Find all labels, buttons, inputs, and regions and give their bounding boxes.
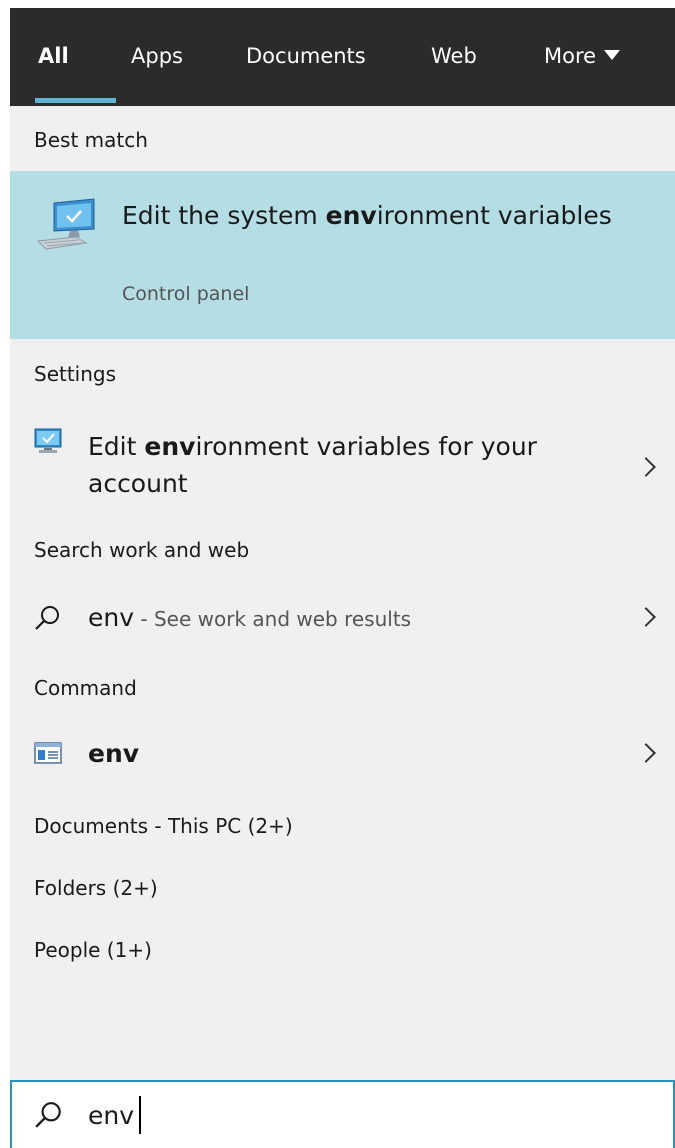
section-header-command: Command [34,676,137,700]
search-box[interactable] [10,1080,675,1148]
search-icon [35,1102,61,1128]
command-result-label: env [88,739,140,768]
command-result[interactable]: env [10,726,675,782]
chevron-right-icon [636,607,656,627]
tab-documents[interactable]: Documents [246,8,366,106]
section-documents-this-pc[interactable]: Documents - This PC (2+) [34,814,293,838]
tab-more[interactable]: More [544,8,621,106]
section-people[interactable]: People (1+) [34,938,152,962]
system-computer-icon [36,198,95,250]
search-web-result[interactable]: env - See work and web results [10,590,675,646]
caret-down-icon [604,50,621,60]
command-window-icon [34,742,62,764]
search-panel: All Apps Documents Web More Best match E… [10,8,675,1148]
tab-apps[interactable]: Apps [131,8,183,106]
search-input[interactable] [88,1088,588,1142]
chevron-right-icon [636,457,656,477]
tab-all[interactable]: All [38,8,69,106]
section-header-settings: Settings [34,362,117,386]
text-cursor [139,1096,141,1134]
settings-result[interactable]: Edit environment variables for your acco… [10,420,675,504]
search-icon [35,606,59,630]
settings-result-label: Edit environment variables for your acco… [88,432,537,498]
best-match-title: Edit the system environment variables [122,201,612,230]
active-tab-indicator [35,98,116,103]
section-header-best-match: Best match [34,128,148,152]
section-folders[interactable]: Folders (2+) [34,876,158,900]
section-header-search-web: Search work and web [34,538,250,562]
chevron-right-icon [636,743,656,763]
monitor-settings-icon [34,428,62,453]
tab-bar: All Apps Documents Web More [10,8,675,106]
tab-more-label: More [544,44,597,68]
best-match-subtitle: Control panel [122,283,250,305]
tab-web[interactable]: Web [431,8,477,106]
search-web-label: env - See work and web results [88,603,412,632]
best-match-result[interactable]: Edit the system environment variables Co… [10,171,675,339]
